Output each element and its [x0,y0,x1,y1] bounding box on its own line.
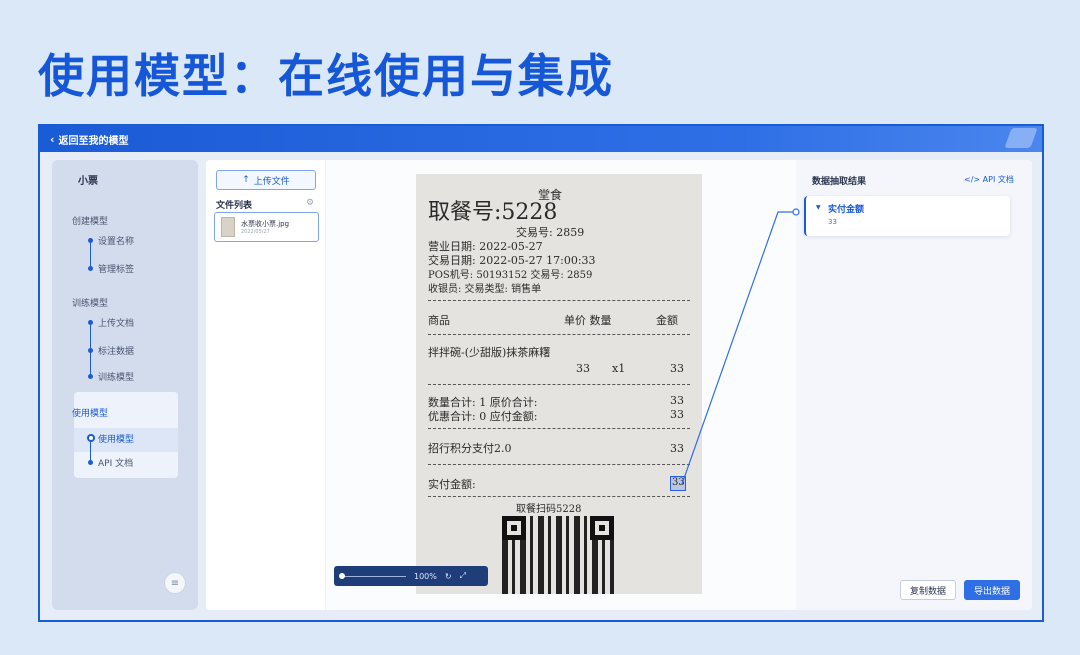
sidebar-step-api-docs[interactable]: API 文档 [98,456,133,469]
zoom-slider-handle[interactable] [339,572,345,579]
sidebar-step-set-name[interactable]: 设置名称 [98,234,134,247]
receipt-item-name: 拌拌碗-(少甜版)抹茶麻糬 [428,346,551,359]
upload-file-button[interactable]: ↑ 上传文件 [216,170,316,190]
caret-down-icon[interactable]: ▼ [816,204,821,211]
file-list-item[interactable]: 水票收小票.jpg 2022/05/27 [214,212,319,242]
receipt-qr-caption: 取餐扫码5228 [516,504,582,515]
export-data-button[interactable]: 导出数据 [964,580,1020,600]
sidebar-section-use[interactable]: 使用模型 [72,406,108,419]
step-dot [88,266,93,271]
sidebar-step-train-model[interactable]: 训练模型 [98,370,134,383]
receipt-payable: 33 [670,408,684,421]
receipt-col-amount: 金额 [656,314,678,327]
step-dot [88,320,93,325]
sidebar-step-upload-docs[interactable]: 上传文档 [98,316,134,329]
fullscreen-icon[interactable]: ⤢ [460,571,466,581]
receipt-actual-paid-value: 33 [672,477,685,488]
result-field-label: 实付金额 [828,205,865,215]
sidebar-section-create[interactable]: 创建模型 [72,214,108,227]
receipt-pos-line: POS机号: 50193152 交易号: 2859 [428,270,593,281]
zoom-level: 100% [414,571,437,581]
receipt-order-number: 取餐号:5228 [428,200,558,225]
step-dot [88,374,93,379]
sidebar-step-manage-tags[interactable]: 管理标签 [98,262,134,275]
receipt-divider [428,334,690,335]
file-panel: ↑ 上传文件 文件列表 ⚙ 水票收小票.jpg 2022/05/27 [206,160,326,610]
results-title: 数据抽取结果 [812,177,867,187]
collapse-menu-icon[interactable]: ≡ [164,572,186,594]
result-field-card[interactable]: ▼ 实付金额 33 [804,196,1010,236]
file-name: 水票收小票.jpg [241,220,290,228]
document-preview[interactable]: 堂食 取餐号:5228 交易号: 2859 营业日期: 2022-05-27 交… [326,160,796,610]
file-thumbnail [221,217,235,237]
receipt-points-pay-value: 33 [670,442,684,455]
file-date: 2022/05/27 [241,229,270,235]
chevron-left-icon[interactable]: ‹ [50,133,55,146]
qr-finder [502,516,526,540]
receipt-divider [428,428,690,429]
receipt-item-price: 33 [576,362,590,375]
zoom-toolbar: 100% ↻ ⤢ [334,566,488,586]
app-window: ‹ 返回至我的模型 小票 创建模型 设置名称 管理标签 训练模型 上传文档 标注… [38,124,1044,622]
receipt-col-price-qty: 单价 数量 [564,314,612,327]
api-docs-link[interactable]: </> API 文档 [964,174,1014,185]
sidebar: 小票 创建模型 设置名称 管理标签 训练模型 上传文档 标注数据 训练模型 使用… [52,160,198,610]
step-dot [88,348,93,353]
zoom-slider[interactable] [339,572,406,579]
receipt-original-total: 33 [670,394,684,407]
receipt-divider [428,496,690,497]
upload-icon: ↑ [242,175,250,185]
header-decoration [1004,128,1038,148]
qr-finder [590,516,614,540]
receipt-item-amount: 33 [670,362,684,375]
file-list-title: 文件列表 [216,201,253,211]
receipt-cashier-line: 收银员: 交易类型: 销售单 [428,284,542,295]
rotate-icon[interactable]: ↻ [445,572,452,581]
receipt-item-qty: x1 [612,362,626,375]
sidebar-section-train[interactable]: 训练模型 [72,296,108,309]
sidebar-step-use-model[interactable]: 使用模型 [98,432,134,445]
step-dot-current [87,434,95,442]
settings-icon[interactable]: ⚙ [306,198,314,208]
receipt-divider [428,300,690,301]
step-dot [88,238,93,243]
back-link[interactable]: 返回至我的模型 [59,132,129,147]
qr-code [502,516,614,594]
sidebar-step-label-data[interactable]: 标注数据 [98,344,134,357]
receipt-divider [428,464,690,465]
receipt-actual-paid: 实付金额: [428,478,476,491]
step-connector [90,240,91,268]
result-field-value: 33 [828,218,837,226]
receipt-divider [428,384,690,385]
receipt-points-pay: 招行积分支付2.0 [428,442,512,455]
step-dot [88,460,93,465]
receipt-col-item: 商品 [428,314,450,327]
upload-label: 上传文件 [253,176,290,187]
receipt-discount-total: 优惠合计: 0 应付金额: [428,410,538,423]
slide-title: 使用模型：在线使用与集成 [38,49,614,103]
results-panel: 数据抽取结果 </> API 文档 ▼ 实付金额 33 复制数据 导出数据 [796,160,1032,610]
copy-data-button[interactable]: 复制数据 [900,580,956,600]
app-header: ‹ 返回至我的模型 [40,126,1042,152]
receipt-image: 堂食 取餐号:5228 交易号: 2859 营业日期: 2022-05-27 交… [416,174,702,594]
sidebar-title: 小票 [78,176,98,187]
main-panel: ↑ 上传文件 文件列表 ⚙ 水票收小票.jpg 2022/05/27 堂食 取餐… [206,160,1032,610]
